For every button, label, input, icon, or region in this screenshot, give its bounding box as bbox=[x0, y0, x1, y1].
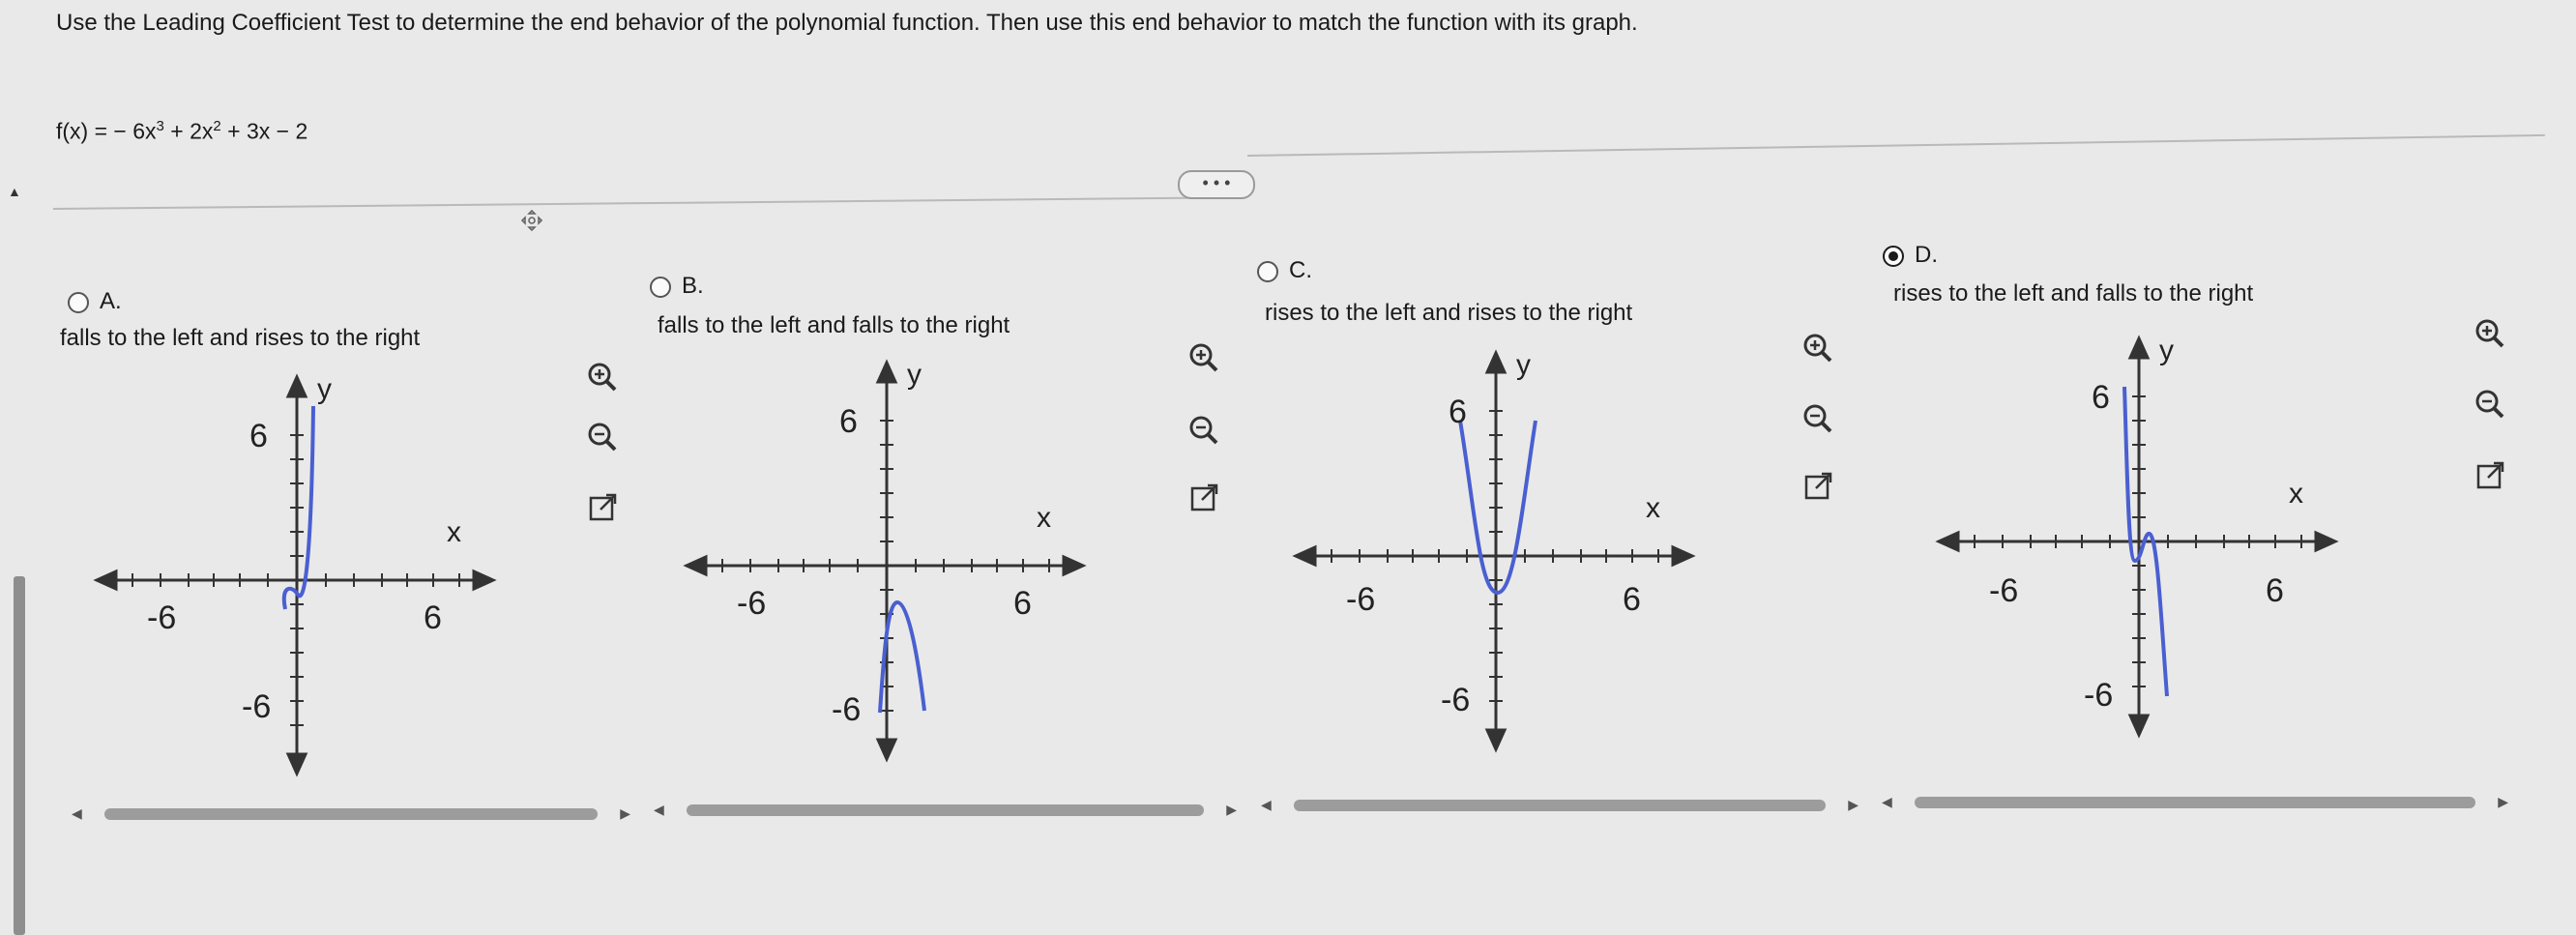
x-axis-arrow-left bbox=[683, 554, 708, 577]
graph-a-tick-x-neg: -6 bbox=[147, 599, 176, 636]
graph-d-tick-y-pos: 6 bbox=[2092, 379, 2110, 416]
option-a-radio[interactable] bbox=[68, 292, 89, 313]
move-handle-icon[interactable] bbox=[520, 209, 543, 232]
graph-d: y x 6 -6 -6 6 bbox=[1935, 335, 2339, 739]
graph-c-tick-y-neg: -6 bbox=[1441, 682, 1470, 718]
y-axis-arrow-down bbox=[285, 752, 308, 777]
question-instruction: Use the Leading Coefficient Test to dete… bbox=[56, 10, 1638, 36]
scroll-right-arrow-icon[interactable]: ▶ bbox=[1848, 797, 1859, 813]
option-d-description: rises to the left and falls to the right bbox=[1893, 280, 2254, 307]
graph-d-scrollbar[interactable]: ◀ ▶ bbox=[1876, 794, 2514, 811]
x-axis-arrow-right bbox=[472, 569, 497, 592]
graph-b-tick-y-neg: -6 bbox=[832, 691, 861, 728]
graph-b-x-label: x bbox=[1037, 502, 1051, 534]
more-button[interactable]: • • • bbox=[1178, 170, 1255, 199]
option-a-description: falls to the left and rises to the right bbox=[60, 325, 421, 351]
x-axis-arrow-left bbox=[93, 569, 118, 592]
graph-a-y-label: y bbox=[317, 373, 332, 405]
graph-b: y x 6 -6 -6 6 bbox=[683, 359, 1087, 763]
y-axis-arrow-up bbox=[875, 359, 898, 384]
graph-b-tick-x-pos: 6 bbox=[1013, 585, 1032, 622]
function-prefix: f(x) = − 6x bbox=[56, 118, 157, 144]
option-a-letter: A. bbox=[100, 288, 122, 314]
graph-c-y-label: y bbox=[1516, 349, 1531, 381]
graph-b-y-label: y bbox=[907, 359, 922, 391]
external-link-icon[interactable] bbox=[2471, 456, 2509, 495]
x-axis-arrow-left bbox=[1935, 530, 1960, 553]
external-link-icon[interactable] bbox=[583, 488, 622, 527]
graph-c-x-label: x bbox=[1646, 492, 1660, 524]
y-axis-arrow-down bbox=[1484, 728, 1508, 753]
graph-c-tick-y-pos: 6 bbox=[1449, 394, 1467, 430]
scroll-right-arrow-icon[interactable]: ▶ bbox=[620, 805, 630, 822]
scroll-left-arrow-icon[interactable]: ◀ bbox=[1882, 794, 1892, 810]
vertical-scrollbar[interactable] bbox=[14, 576, 25, 935]
exponent-2: 2 bbox=[213, 118, 221, 134]
x-axis-arrow-left bbox=[1292, 544, 1317, 568]
divider-line-right bbox=[1246, 133, 2545, 157]
scroll-right-arrow-icon[interactable]: ▶ bbox=[2498, 794, 2508, 810]
option-b-description: falls to the left and falls to the right bbox=[658, 312, 1010, 338]
option-d-radio[interactable] bbox=[1883, 246, 1904, 267]
scroll-right-arrow-icon[interactable]: ▶ bbox=[1226, 802, 1237, 818]
y-axis-arrow-up bbox=[1484, 349, 1508, 374]
graph-d-tick-x-pos: 6 bbox=[2266, 572, 2284, 609]
scroll-left-arrow-icon[interactable]: ◀ bbox=[1261, 797, 1272, 813]
graph-c-scrollbar[interactable]: ◀ ▶ bbox=[1255, 797, 1864, 814]
graph-a-x-label: x bbox=[447, 516, 461, 548]
option-b-letter: B. bbox=[682, 273, 704, 299]
graph-a: y x 6 -6 -6 6 bbox=[93, 373, 497, 777]
y-axis-arrow-up bbox=[285, 373, 308, 398]
scroll-left-arrow-icon[interactable]: ◀ bbox=[654, 802, 664, 818]
x-axis-arrow-right bbox=[1671, 544, 1696, 568]
graph-a-tick-y-neg: -6 bbox=[242, 688, 271, 725]
external-link-icon[interactable] bbox=[1185, 479, 1223, 517]
graph-d-tick-y-neg: -6 bbox=[2084, 677, 2113, 714]
graph-a-tick-y-pos: 6 bbox=[249, 418, 268, 454]
graph-b-scrollbar[interactable]: ◀ ▶ bbox=[648, 802, 1243, 819]
zoom-out-icon[interactable] bbox=[583, 418, 622, 456]
scrollbar-thumb[interactable] bbox=[1915, 797, 2475, 808]
graph-b-tick-x-neg: -6 bbox=[737, 585, 766, 622]
zoom-in-icon[interactable] bbox=[1185, 338, 1223, 377]
scrollbar-thumb[interactable] bbox=[1294, 800, 1826, 811]
graph-c: y x 6 -6 -6 6 bbox=[1292, 349, 1696, 753]
x-axis-arrow-right bbox=[2314, 530, 2339, 553]
graph-d-y-label: y bbox=[2159, 335, 2174, 366]
option-b-radio[interactable] bbox=[650, 277, 671, 298]
scrollbar-thumb[interactable] bbox=[104, 808, 598, 820]
graph-b-tick-y-pos: 6 bbox=[839, 403, 858, 440]
graph-c-tick-x-pos: 6 bbox=[1623, 581, 1641, 618]
option-c-radio[interactable] bbox=[1257, 261, 1278, 282]
zoom-in-icon[interactable] bbox=[583, 358, 622, 396]
scroll-left-arrow-icon[interactable]: ◀ bbox=[72, 805, 82, 822]
external-link-icon[interactable] bbox=[1799, 467, 1837, 506]
scrollbar-thumb[interactable] bbox=[687, 804, 1204, 816]
y-axis-arrow-down bbox=[875, 738, 898, 763]
zoom-out-icon[interactable] bbox=[1799, 399, 1837, 438]
function-suffix: + 3x − 2 bbox=[220, 118, 308, 144]
zoom-out-icon[interactable] bbox=[1185, 411, 1223, 450]
divider-line bbox=[52, 196, 1189, 210]
x-axis-arrow-right bbox=[1062, 554, 1087, 577]
option-c-description: rises to the left and rises to the right bbox=[1265, 300, 1633, 326]
graph-c-tick-x-neg: -6 bbox=[1346, 581, 1375, 618]
graph-d-tick-x-neg: -6 bbox=[1989, 572, 2018, 609]
option-d-letter: D. bbox=[1915, 242, 1938, 268]
option-c-letter: C. bbox=[1289, 257, 1312, 283]
graph-d-x-label: x bbox=[2289, 478, 2303, 510]
zoom-in-icon[interactable] bbox=[1799, 329, 1837, 367]
function-expression: f(x) = − 6x3 + 2x2 + 3x − 2 bbox=[56, 118, 307, 145]
zoom-in-icon[interactable] bbox=[2471, 314, 2509, 353]
y-axis-arrow-down bbox=[2127, 714, 2151, 739]
collapse-triangle-icon[interactable]: ▲ bbox=[8, 184, 21, 199]
graph-a-scrollbar[interactable]: ◀ ▶ bbox=[66, 805, 636, 823]
function-mid: + 2x bbox=[163, 118, 214, 144]
y-axis-arrow-up bbox=[2127, 335, 2151, 360]
graph-a-tick-x-pos: 6 bbox=[424, 599, 442, 636]
exponent-3: 3 bbox=[156, 118, 164, 134]
zoom-out-icon[interactable] bbox=[2471, 385, 2509, 424]
